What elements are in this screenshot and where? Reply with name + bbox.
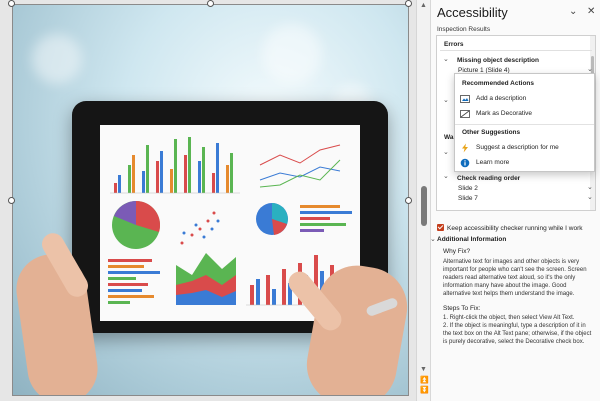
errors-heading: Errors: [444, 41, 464, 48]
decorative-icon: [460, 109, 470, 119]
why-fix-heading: Why Fix?: [443, 248, 471, 255]
pane-title: Accessibility: [437, 5, 508, 20]
learn-more-menu-item[interactable]: Learn more: [460, 156, 590, 169]
check-reading-order-group[interactable]: Check reading order: [457, 175, 520, 182]
mark-decorative-menu-item[interactable]: Mark as Decorative: [460, 107, 590, 120]
keep-running-checkbox[interactable]: [437, 224, 444, 231]
recommended-actions-menu: Recommended Actions Add a description Ma…: [454, 73, 595, 172]
inspection-results-label: Inspection Results: [437, 26, 491, 33]
scrollbar-thumb[interactable]: [421, 186, 427, 226]
slide-2-item[interactable]: Slide 2: [458, 185, 478, 192]
recommended-actions-heading: Recommended Actions: [462, 80, 534, 87]
warnings-heading: Wa: [444, 134, 454, 141]
resize-handle-left[interactable]: [8, 197, 15, 204]
collapse-chevron-down-icon[interactable]: ⌄: [443, 55, 449, 63]
step-1-text: 1. Right-click the object, then select V…: [443, 315, 575, 321]
additional-info-chevron-down-icon[interactable]: ⌄: [430, 235, 436, 243]
slide-7-item[interactable]: Slide 7: [458, 195, 478, 202]
collapse-chevron-down-icon-3[interactable]: ⌄: [443, 148, 449, 156]
steps-to-fix-heading: Steps To Fix:: [443, 305, 481, 312]
info-icon: [460, 158, 470, 168]
suggest-description-label: Suggest a description for me: [476, 144, 559, 151]
item-menu-chevron-down-icon-5[interactable]: ⌄: [587, 193, 593, 201]
resize-handle-tr[interactable]: [405, 0, 412, 7]
learn-more-label: Learn more: [476, 159, 510, 166]
resize-handle-right[interactable]: [405, 197, 412, 204]
add-description-label: Add a description: [476, 95, 527, 102]
next-slide-icon[interactable]: ⏬: [420, 386, 429, 394]
pane-options-chevron-down-icon[interactable]: ⌄: [569, 6, 577, 17]
previous-slide-icon[interactable]: ⏫: [420, 376, 429, 384]
add-description-menu-item[interactable]: Add a description: [460, 92, 590, 105]
slide-scrollbar[interactable]: ▲ ▼ ⏫ ⏬: [416, 0, 430, 401]
additional-information-heading[interactable]: Additional Information: [437, 236, 506, 243]
lightning-icon: [460, 143, 470, 153]
mark-decorative-label: Mark as Decorative: [476, 110, 532, 117]
item-menu-chevron-down-icon[interactable]: ⌄: [587, 65, 593, 73]
slide-canvas: [0, 0, 416, 401]
step-2-text: 2. If the object is meaningful, type a d…: [443, 323, 592, 345]
item-menu-chevron-down-icon-4[interactable]: ⌄: [587, 183, 593, 191]
collapse-chevron-down-icon-2[interactable]: ⌄: [443, 96, 449, 104]
alt-text-icon: [460, 94, 470, 104]
accessibility-pane: Accessibility ⌄ ✕ Inspection Results Err…: [430, 0, 600, 401]
menu-separator: [455, 124, 594, 125]
suggest-description-menu-item[interactable]: Suggest a description for me: [460, 141, 590, 154]
slide-picture[interactable]: [12, 4, 409, 396]
keep-running-label: Keep accessibility checker running while…: [447, 225, 583, 232]
why-fix-text: Alternative text for images and other ob…: [443, 259, 587, 297]
collapse-chevron-down-icon-4[interactable]: ⌄: [443, 172, 449, 180]
scroll-up-icon[interactable]: ▲: [420, 2, 427, 9]
scroll-down-icon[interactable]: ▼: [420, 366, 427, 373]
close-icon[interactable]: ✕: [587, 6, 595, 17]
other-suggestions-heading: Other Suggestions: [462, 129, 521, 136]
resize-handle-tl[interactable]: [8, 0, 15, 7]
resize-handle-top[interactable]: [207, 0, 214, 7]
missing-alt-text-group[interactable]: Missing object description: [457, 57, 539, 64]
keep-running-option[interactable]: Keep accessibility checker running while…: [437, 224, 582, 232]
